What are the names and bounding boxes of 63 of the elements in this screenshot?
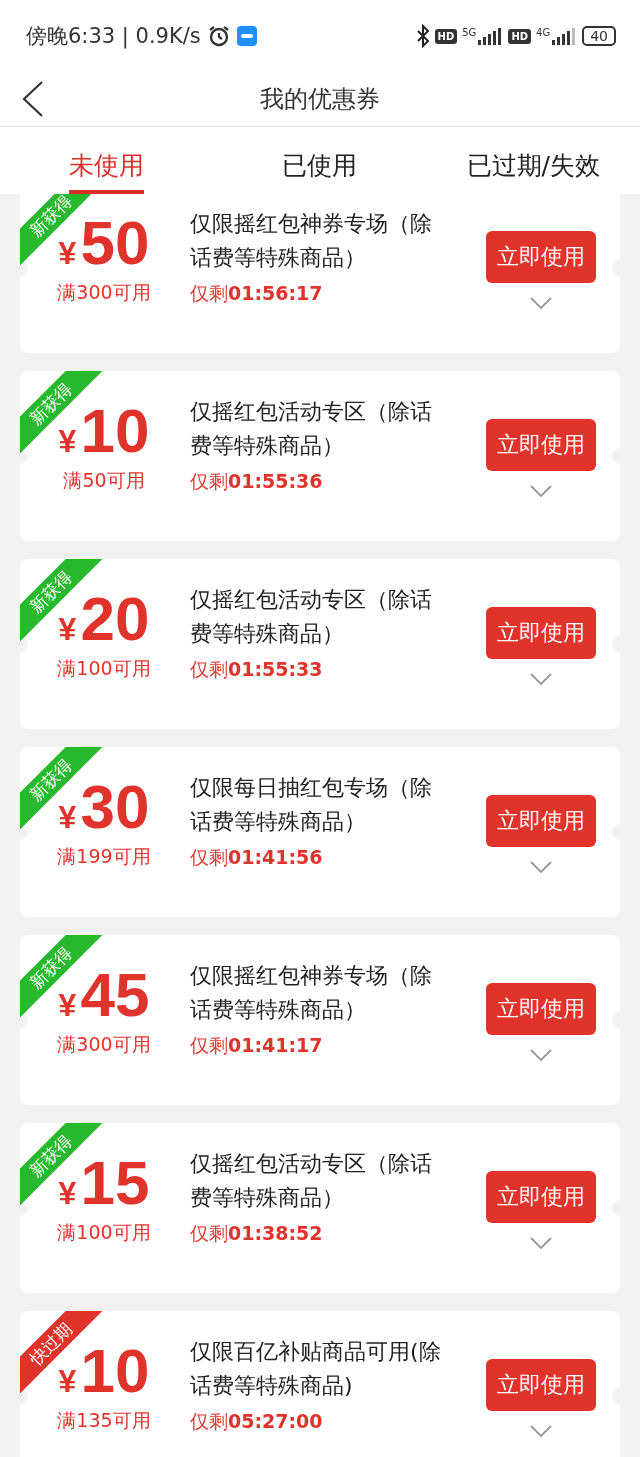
coupon-amount: 45: [80, 965, 150, 1025]
chevron-down-icon[interactable]: [530, 297, 552, 309]
coupon-amount: 10: [80, 401, 150, 461]
use-now-button[interactable]: 立即使用: [486, 1171, 596, 1223]
chevron-down-icon[interactable]: [530, 1425, 552, 1437]
use-now-button[interactable]: 立即使用: [486, 795, 596, 847]
countdown: 仅剩01:55:36: [190, 469, 324, 494]
usage-condition: 满199可用: [57, 844, 151, 869]
use-now-button[interactable]: 立即使用: [486, 419, 596, 471]
countdown: 仅剩05:27:00: [190, 1409, 324, 1434]
tab[interactable]: 已过期/失效: [466, 127, 601, 194]
use-now-button[interactable]: 立即使用: [486, 231, 596, 283]
coupon-title: 仅限每日抽红包专场（除话费等特殊商品）: [190, 774, 433, 836]
page-title: 我的优惠券: [260, 84, 380, 115]
bluetooth-icon: [415, 24, 430, 48]
battery-level: 40: [582, 26, 616, 46]
signal-icon: [551, 27, 578, 45]
coupon-amount: 20: [80, 589, 150, 649]
currency-sign: ¥: [58, 986, 77, 1025]
hd-badge: HD: [434, 28, 458, 44]
coupon-title: 仅摇红包活动专区（除话费等特殊商品）: [190, 586, 433, 648]
status-time: 傍晚6:33 | 0.9K/s: [26, 23, 201, 50]
signal-icon: [477, 27, 504, 45]
usage-condition: 满300可用: [57, 1032, 151, 1057]
coupon-amount: 10: [80, 1341, 150, 1401]
use-now-button[interactable]: 立即使用: [486, 1359, 596, 1411]
currency-sign: ¥: [58, 1174, 77, 1213]
use-now-button[interactable]: 立即使用: [486, 983, 596, 1035]
countdown: 仅剩01:38:52: [190, 1221, 324, 1246]
hd-badge: HD: [508, 28, 532, 44]
coupon-amount: 30: [80, 777, 150, 837]
usage-condition: 满300可用: [57, 280, 151, 305]
coupon-title: 仅限摇红包神券专场（除话费等特殊商品）: [190, 962, 433, 1024]
network-label: 5G: [462, 27, 477, 38]
currency-sign: ¥: [58, 798, 77, 837]
usage-condition: 满100可用: [57, 656, 151, 681]
coupon-amount: 50: [80, 213, 150, 273]
back-icon[interactable]: [22, 81, 44, 117]
coupon-title: 仅限百亿补贴商品可用(除话费等特殊商品): [190, 1338, 442, 1400]
usage-condition: 满50可用: [63, 468, 145, 493]
countdown: 仅剩01:56:17: [190, 281, 324, 306]
network-label: 4G: [536, 27, 551, 38]
use-now-button[interactable]: 立即使用: [486, 607, 596, 659]
currency-sign: ¥: [58, 422, 77, 461]
tab[interactable]: 已使用: [282, 127, 358, 194]
coupon-title: 仅限摇红包神券专场（除话费等特殊商品）: [190, 210, 433, 272]
coupon-title: 仅摇红包活动专区（除话费等特殊商品）: [190, 1150, 433, 1212]
currency-sign: ¥: [58, 1362, 77, 1401]
countdown: 仅剩01:55:33: [190, 657, 324, 682]
currency-sign: ¥: [58, 610, 77, 649]
coupon-amount: 15: [80, 1153, 150, 1213]
countdown: 仅剩01:41:17: [190, 1033, 324, 1058]
countdown: 仅剩01:41:56: [190, 845, 324, 870]
currency-sign: ¥: [58, 234, 77, 273]
usage-condition: 满100可用: [57, 1220, 151, 1245]
usage-condition: 满135可用: [57, 1408, 151, 1433]
chevron-down-icon[interactable]: [530, 1237, 552, 1249]
app-icon: [236, 26, 257, 46]
chevron-down-icon[interactable]: [530, 485, 552, 497]
chevron-down-icon[interactable]: [530, 673, 552, 685]
chevron-down-icon[interactable]: [530, 1049, 552, 1061]
coupon-title: 仅摇红包活动专区（除话费等特殊商品）: [190, 398, 433, 460]
chevron-down-icon[interactable]: [530, 861, 552, 873]
